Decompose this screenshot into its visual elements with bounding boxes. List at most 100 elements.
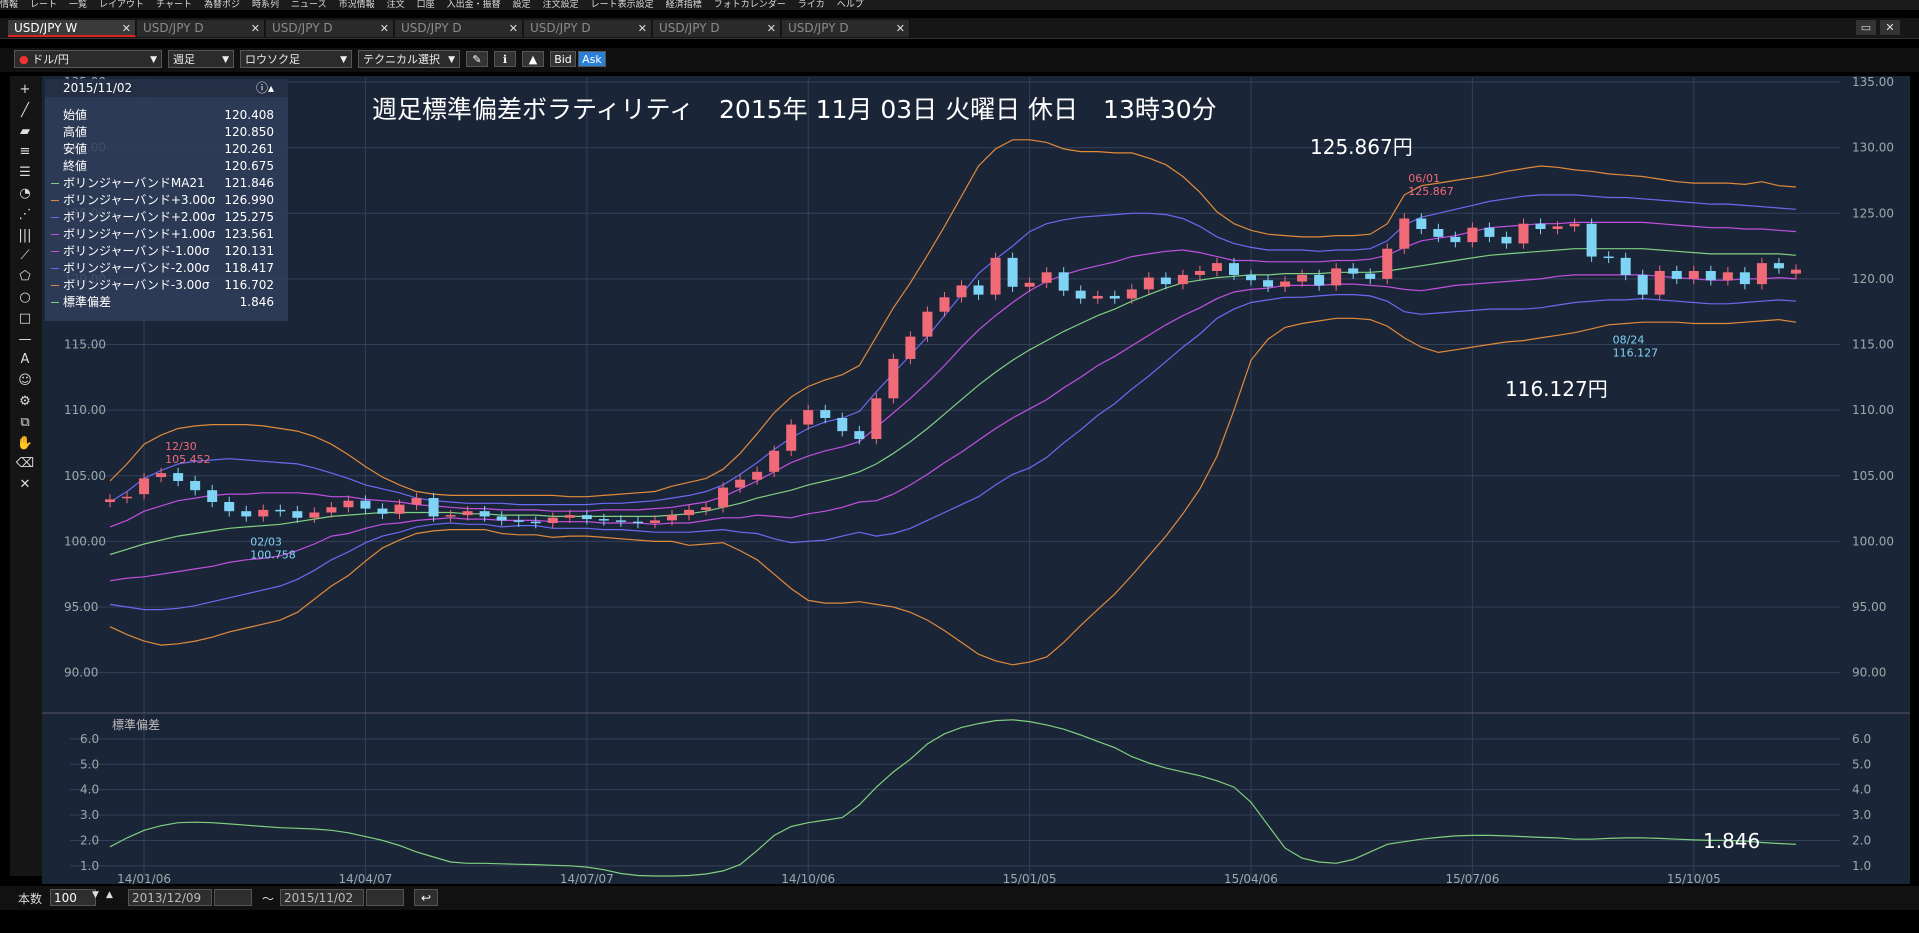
return-icon: ↩ [420,891,432,905]
info-date-text: 2015/11/02 [63,81,133,95]
annotation-date: 08/24 [1613,334,1645,347]
info-value: 120.675 [224,159,274,173]
candle-body [837,418,848,432]
candle-body [718,487,729,508]
info-label: 終値 [63,159,88,173]
candle-body [547,517,558,523]
count-down-icon[interactable]: ▼ [92,890,99,900]
candle-body [1773,263,1784,269]
info-label: 高値 [63,125,88,139]
series-swatch [51,183,59,184]
sub-tick-left: 4.0 [80,783,99,797]
info-row: 高値 120.850 [45,124,288,141]
candle-body [1450,236,1461,243]
candle-body [292,511,303,518]
sub-tick-right: 2.0 [1852,833,1871,847]
candle-body [496,516,507,521]
candle-body [513,520,524,522]
sub-tick-right: 3.0 [1852,808,1871,822]
candle-body [190,481,201,491]
y-tick-label-left: 90.00 [64,666,98,680]
info-row: ボリンジャーバンド-2.00σ 118.417 [45,260,288,277]
info-row: ボリンジャーバンド-3.00σ 116.702 [45,277,288,294]
from-date-input[interactable]: 2013/12/09 [128,889,212,906]
candle-body [564,515,575,518]
candle-body [1433,229,1444,237]
candle-body [1314,274,1325,286]
count-up-icon[interactable]: ▲ [106,890,113,900]
candle-body [871,398,882,439]
from-time-input[interactable] [214,889,252,906]
info-collapse-icon[interactable]: ⓘ▴ [256,79,274,97]
candle-body [1518,223,1529,244]
band-lower3-line [109,317,1797,666]
to-date-input[interactable]: 2015/11/02 [280,889,364,906]
candle-body [1467,227,1478,243]
candle-body [769,450,780,472]
series-swatch [51,200,59,201]
candle-body [1637,274,1648,295]
x-tick-label: 15/01/05 [1003,872,1057,886]
candle-body [530,521,541,524]
x-tick-label: 14/10/06 [781,872,835,886]
y-tick-label-right: 125.00 [1852,206,1894,220]
x-tick-label: 15/04/06 [1224,872,1278,886]
candle-body [581,515,592,520]
candle-body [1143,277,1154,290]
info-label: ボリンジャーバンド+2.00σ [63,210,216,224]
candle-body [803,410,814,425]
candle-body [1126,289,1137,299]
info-value: 126.990 [224,193,274,207]
candle-body [632,521,643,524]
candle-body [1739,272,1750,285]
candle-body [735,479,746,488]
sub-tick-right: 5.0 [1852,757,1871,771]
candle-body [1688,271,1699,279]
candle-body [428,498,439,517]
count-label: 本数 [18,892,43,906]
y-tick-label-left: 95.00 [64,600,98,614]
series-swatch [51,302,59,303]
candle-body [1228,263,1239,275]
candle-body [1263,280,1274,287]
info-value: 120.850 [224,125,274,139]
sub-tick-right: 4.0 [1852,783,1871,797]
candle-body [1177,274,1188,285]
to-time-input[interactable] [366,889,404,906]
band-lower1-line [109,274,1797,582]
candle-body [1586,223,1597,257]
info-label: 標準偏差 [63,295,112,309]
sub-tick-right: 1.0 [1852,859,1871,873]
candle-body [922,311,933,337]
candle-body [990,257,1001,295]
sub-tick-left: 6.0 [80,732,99,746]
annotation-value: 105.452 [165,453,211,466]
info-row: 終値 120.675 [45,158,288,175]
info-panel: 2015/11/02 ⓘ▴ 始値 120.408 高値 120.850 安値 120.26… [45,79,288,321]
high-note: 125.867円 [1310,135,1413,159]
candle-body [615,520,626,522]
info-row: 標準偏差 1.846 [45,294,288,311]
candle-body [1552,226,1563,229]
reset-button[interactable]: ↩ [414,889,438,906]
info-row: ボリンジャーバンドMA21 121.846 [45,175,288,192]
x-tick-label: 15/10/05 [1667,872,1721,886]
candle-body [173,473,184,481]
stddev-line [109,719,1797,877]
info-row: 始値 120.408 [45,107,288,124]
y-tick-label-right: 135.00 [1852,75,1894,89]
candle-body [1246,274,1257,281]
info-row: ボリンジャーバンド+3.00σ 126.990 [45,192,288,209]
series-swatch [51,217,59,218]
band-lower2-line [109,294,1797,611]
candle-body [411,498,422,505]
annotation-date: 02/03 [250,535,282,548]
sub-tick-left: 2.0 [80,833,99,847]
count-input[interactable]: 100 [50,889,96,906]
y-tick-label-left: 110.00 [64,403,106,417]
annotation-value: 100.758 [250,548,295,561]
candle-body [241,511,252,517]
candle-body [105,499,115,502]
annotation-value: 116.127 [1613,347,1659,360]
series-swatch [51,268,59,269]
